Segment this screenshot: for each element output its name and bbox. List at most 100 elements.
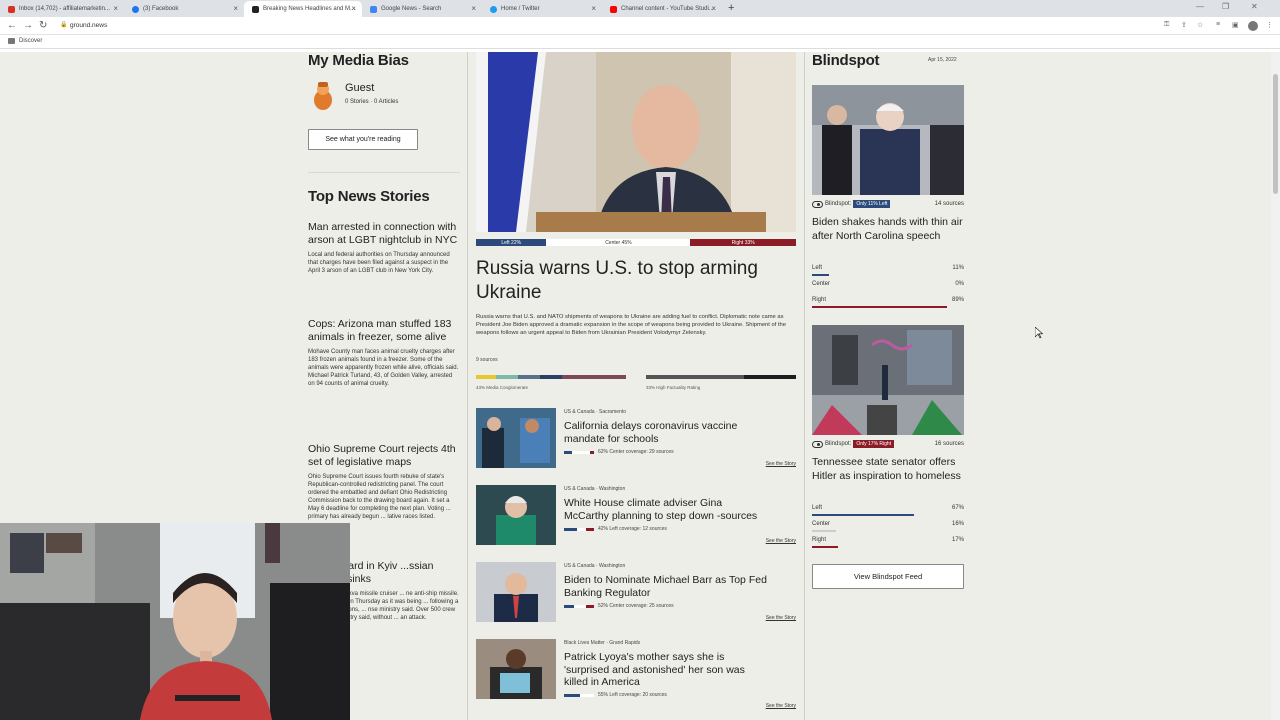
minimize-icon[interactable]: — bbox=[1196, 2, 1204, 11]
close-tab-icon[interactable]: × bbox=[591, 4, 596, 13]
story-meta: US & Canada · Washington bbox=[564, 563, 626, 569]
blindspot-icon bbox=[812, 200, 823, 208]
coverage-bar bbox=[564, 604, 594, 608]
top-story[interactable]: Man arrested in connection with arson at… bbox=[308, 221, 460, 275]
story-title[interactable]: White House climate adviser Gina McCarth… bbox=[564, 497, 769, 522]
story-title[interactable]: Ohio Supreme Court rejects 4th set of le… bbox=[308, 443, 460, 469]
view-blindspot-feed-button[interactable]: View Blindspot Feed bbox=[812, 564, 964, 589]
vaccine-photo bbox=[476, 408, 556, 468]
webcam-overlay bbox=[0, 523, 350, 720]
blindspot-date: Apr 15, 2022 bbox=[928, 57, 957, 63]
coverage-info: 52% Center coverage: 25 sources bbox=[564, 603, 674, 609]
tab-ground-news[interactable]: Breaking News Headlines and M... × bbox=[244, 1, 362, 17]
dist-bar bbox=[812, 274, 829, 276]
lead-story-title[interactable]: Russia warns U.S. to stop arming Ukraine bbox=[476, 257, 796, 305]
see-story-link[interactable]: See the Story bbox=[766, 538, 796, 544]
browser-chrome: Inbox (14,702) - affiliatemarketin... × (… bbox=[0, 0, 1280, 52]
see-story-link[interactable]: See the Story bbox=[766, 461, 796, 467]
blindspot-image[interactable] bbox=[812, 325, 964, 435]
dist-right: Right 17% bbox=[812, 537, 964, 548]
section-divider bbox=[308, 172, 460, 173]
blindspot-sources[interactable]: 14 sources bbox=[935, 201, 964, 207]
bias-right-segment: Right 33% bbox=[690, 239, 796, 246]
close-tab-icon[interactable]: × bbox=[233, 4, 238, 13]
gmail-icon bbox=[8, 5, 15, 13]
scrollbar-thumb[interactable] bbox=[1273, 74, 1278, 194]
webcam-video bbox=[0, 523, 350, 720]
profile-avatar[interactable] bbox=[1248, 21, 1258, 31]
key-icon[interactable]: ⚿ bbox=[1164, 21, 1169, 29]
blindspot-sources[interactable]: 16 sources bbox=[935, 441, 964, 447]
story-thumbnail[interactable] bbox=[476, 485, 556, 545]
page-scrollbar[interactable] bbox=[1271, 52, 1280, 720]
star-icon[interactable]: ☆ bbox=[1197, 21, 1203, 29]
factuality-label: 33% High Factuality Rating bbox=[646, 385, 701, 390]
story-title[interactable]: California delays coronavirus vaccine ma… bbox=[564, 420, 769, 445]
tab-facebook[interactable]: (3) Facebook × bbox=[124, 1, 244, 17]
side-panel-icon[interactable]: ▣ bbox=[1232, 21, 1239, 29]
bias-left-segment: Left 22% bbox=[476, 239, 547, 246]
lead-sources[interactable]: 9 sources bbox=[476, 357, 498, 363]
close-tab-icon[interactable]: × bbox=[113, 4, 118, 13]
close-tab-icon[interactable]: × bbox=[471, 4, 476, 13]
dist-bar bbox=[812, 514, 914, 516]
lock-icon[interactable]: 🔒 bbox=[60, 21, 67, 28]
bookmark-discover[interactable]: Discover bbox=[8, 38, 42, 44]
close-tab-icon[interactable]: × bbox=[351, 4, 356, 13]
story-summary: Mohave County man faces animal cruelty c… bbox=[308, 349, 459, 387]
back-icon[interactable]: ← bbox=[7, 20, 17, 31]
dist-bar bbox=[812, 306, 948, 308]
coverage-info: 62% Center coverage: 29 sources bbox=[564, 449, 674, 455]
story-thumbnail[interactable] bbox=[476, 639, 556, 699]
column-divider bbox=[467, 52, 468, 720]
forward-icon[interactable]: → bbox=[23, 20, 33, 31]
see-story-link[interactable]: See the Story bbox=[766, 615, 796, 621]
tab-twitter[interactable]: Home / Twitter × bbox=[482, 1, 602, 17]
tab-youtube[interactable]: Channel content - YouTube Studi... × bbox=[602, 1, 722, 17]
new-tab-icon[interactable]: + bbox=[728, 2, 734, 14]
dist-left: Left 67% bbox=[812, 505, 964, 516]
story-thumbnail[interactable] bbox=[476, 408, 556, 468]
youtube-icon bbox=[610, 5, 617, 13]
url-input[interactable]: ground.news bbox=[70, 22, 107, 29]
coverage-bar bbox=[564, 450, 594, 454]
story-item[interactable]: US & Canada · Washington White House cli… bbox=[476, 485, 796, 547]
story-item[interactable]: Black Lives Matter · Grand Rapids Patric… bbox=[476, 639, 796, 709]
reading-list-icon[interactable]: ≡ bbox=[1216, 21, 1220, 28]
tab-bar: Inbox (14,702) - affiliatemarketin... × (… bbox=[0, 0, 1280, 17]
tab-google-news[interactable]: Google News - Search × bbox=[362, 1, 482, 17]
reload-icon[interactable]: ↻ bbox=[39, 20, 47, 31]
story-summary: Ohio Supreme Court issues fourth rebuke … bbox=[308, 474, 451, 520]
story-title[interactable]: Man arrested in connection with arson at… bbox=[308, 221, 460, 247]
menu-icon[interactable]: ⋮ bbox=[1266, 21, 1273, 29]
story-title[interactable]: Patrick Lyoya's mother says she is 'surp… bbox=[564, 651, 769, 689]
dist-bar bbox=[812, 546, 838, 548]
top-story[interactable]: Cops: Arizona man stuffed 183 animals in… bbox=[308, 318, 460, 388]
folder-icon bbox=[8, 38, 15, 44]
see-story-link[interactable]: See the Story bbox=[766, 703, 796, 709]
story-item[interactable]: US & Canada · Washington Biden to Nomina… bbox=[476, 562, 796, 624]
story-item[interactable]: US & Canada · Sacramento California dela… bbox=[476, 408, 796, 470]
tab-gmail[interactable]: Inbox (14,702) - affiliatemarketin... × bbox=[0, 1, 124, 17]
share-icon[interactable]: ⇪ bbox=[1181, 21, 1187, 29]
avatar-icon bbox=[314, 82, 332, 110]
close-tab-icon[interactable]: × bbox=[711, 4, 716, 13]
mouse-cursor-icon bbox=[1035, 327, 1043, 339]
top-story[interactable]: Ohio Supreme Court rejects 4th set of le… bbox=[308, 443, 460, 521]
story-title[interactable]: Cops: Arizona man stuffed 183 animals in… bbox=[308, 318, 460, 344]
factuality-bar bbox=[646, 375, 796, 379]
see-reading-button[interactable]: See what you're reading bbox=[308, 129, 418, 150]
blindspot-title[interactable]: Tennessee state senator offers Hitler as… bbox=[812, 456, 964, 483]
mccarthy-photo bbox=[476, 485, 556, 545]
dist-center: Center 16% bbox=[812, 521, 964, 532]
blindspot-title[interactable]: Biden shakes hands with thin air after N… bbox=[812, 216, 964, 243]
story-title[interactable]: Biden to Nominate Michael Barr as Top Fe… bbox=[564, 574, 769, 599]
blindspot-image[interactable] bbox=[812, 85, 964, 195]
hero-photo bbox=[476, 52, 796, 232]
coverage-bar bbox=[564, 693, 594, 697]
story-thumbnail[interactable] bbox=[476, 562, 556, 622]
maximize-icon[interactable]: ❐ bbox=[1222, 2, 1229, 11]
blindspot-pill: Only 11% Left bbox=[853, 200, 891, 208]
hero-image[interactable] bbox=[476, 52, 796, 232]
close-window-icon[interactable]: ✕ bbox=[1251, 2, 1258, 11]
